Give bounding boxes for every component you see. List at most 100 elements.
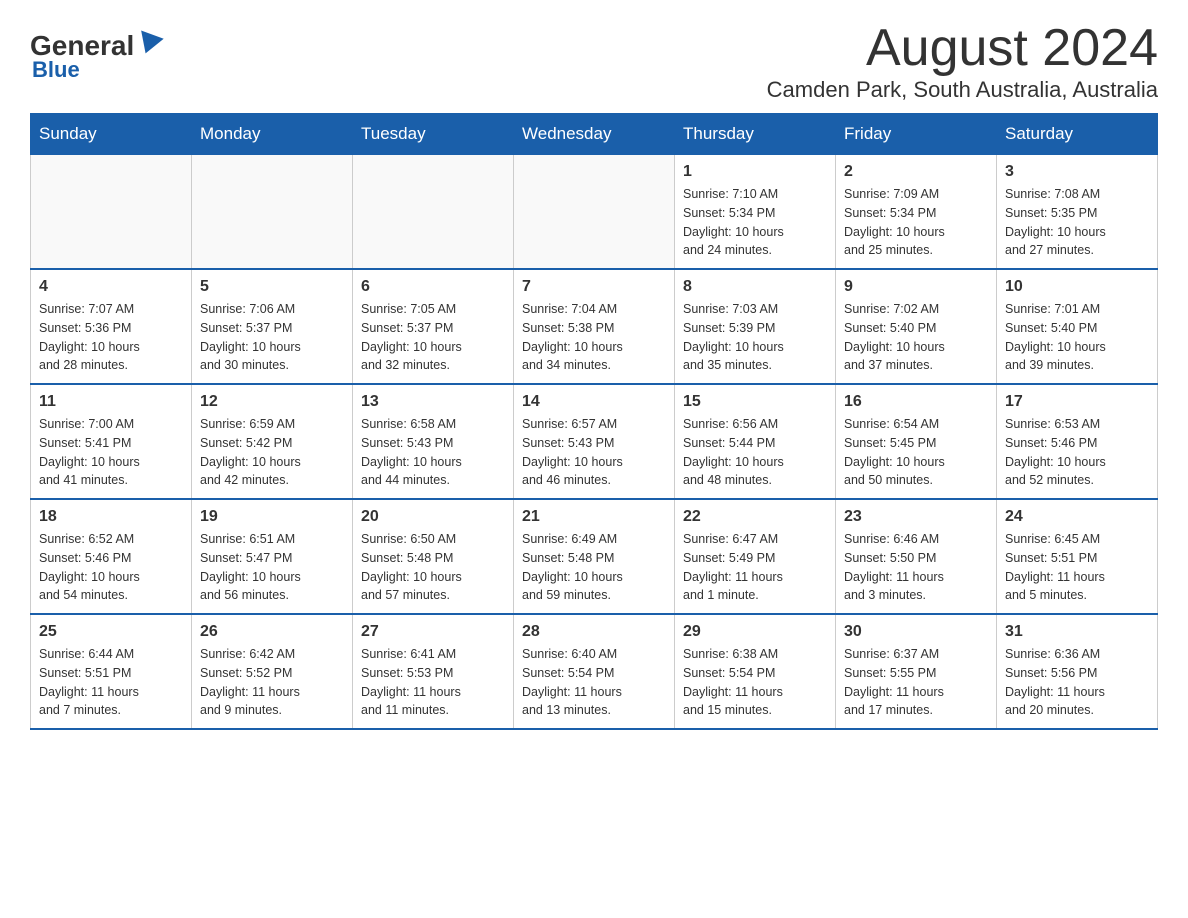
day-number: 23 <box>844 508 988 526</box>
month-title: August 2024 <box>767 20 1158 77</box>
day-number: 22 <box>683 508 827 526</box>
day-info: Sunrise: 7:07 AMSunset: 5:36 PMDaylight:… <box>39 300 183 375</box>
calendar-cell: 17 Sunrise: 6:53 AMSunset: 5:46 PMDayligh… <box>997 384 1158 499</box>
calendar-cell: 11 Sunrise: 7:00 AMSunset: 5:41 PMDayligh… <box>31 384 192 499</box>
calendar-cell: 21 Sunrise: 6:49 AMSunset: 5:48 PMDayligh… <box>514 499 675 614</box>
calendar-cell: 18 Sunrise: 6:52 AMSunset: 5:46 PMDayligh… <box>31 499 192 614</box>
calendar-cell: 22 Sunrise: 6:47 AMSunset: 5:49 PMDayligh… <box>675 499 836 614</box>
day-number: 10 <box>1005 278 1149 296</box>
day-number: 12 <box>200 393 344 411</box>
day-number: 3 <box>1005 163 1149 181</box>
day-number: 21 <box>522 508 666 526</box>
calendar-cell: 24 Sunrise: 6:45 AMSunset: 5:51 PMDayligh… <box>997 499 1158 614</box>
day-info: Sunrise: 6:56 AMSunset: 5:44 PMDaylight:… <box>683 415 827 490</box>
day-number: 18 <box>39 508 183 526</box>
title-area: August 2024 Camden Park, South Australia… <box>767 20 1158 103</box>
day-number: 20 <box>361 508 505 526</box>
day-number: 26 <box>200 623 344 641</box>
day-info: Sunrise: 6:37 AMSunset: 5:55 PMDaylight:… <box>844 645 988 720</box>
day-number: 17 <box>1005 393 1149 411</box>
calendar-cell: 8Sunrise: 7:03 AMSunset: 5:39 PMDaylight… <box>675 269 836 384</box>
day-info: Sunrise: 7:00 AMSunset: 5:41 PMDaylight:… <box>39 415 183 490</box>
logo-blue-text: Blue <box>32 57 80 83</box>
calendar-cell: 10 Sunrise: 7:01 AMSunset: 5:40 PMDayligh… <box>997 269 1158 384</box>
day-info: Sunrise: 7:01 AMSunset: 5:40 PMDaylight:… <box>1005 300 1149 375</box>
calendar-week-row: 4 Sunrise: 7:07 AMSunset: 5:36 PMDaylight… <box>31 269 1158 384</box>
day-info: Sunrise: 7:08 AMSunset: 5:35 PMDaylight:… <box>1005 185 1149 260</box>
day-info: Sunrise: 7:09 AMSunset: 5:34 PMDaylight:… <box>844 185 988 260</box>
day-number: 28 <box>522 623 666 641</box>
day-info: Sunrise: 6:42 AMSunset: 5:52 PMDaylight:… <box>200 645 344 720</box>
day-info: Sunrise: 6:58 AMSunset: 5:43 PMDaylight:… <box>361 415 505 490</box>
calendar-cell: 25 Sunrise: 6:44 AMSunset: 5:51 PMDayligh… <box>31 614 192 729</box>
calendar-cell: 26 Sunrise: 6:42 AMSunset: 5:52 PMDayligh… <box>192 614 353 729</box>
day-number: 7 <box>522 278 666 296</box>
calendar-week-row: 18 Sunrise: 6:52 AMSunset: 5:46 PMDayligh… <box>31 499 1158 614</box>
calendar-cell: 20 Sunrise: 6:50 AMSunset: 5:48 PMDayligh… <box>353 499 514 614</box>
day-number: 30 <box>844 623 988 641</box>
day-info: Sunrise: 6:36 AMSunset: 5:56 PMDaylight:… <box>1005 645 1149 720</box>
day-info: Sunrise: 6:41 AMSunset: 5:53 PMDaylight:… <box>361 645 505 720</box>
day-number: 2 <box>844 163 988 181</box>
calendar-week-row: 25 Sunrise: 6:44 AMSunset: 5:51 PMDayligh… <box>31 614 1158 729</box>
day-info: Sunrise: 6:45 AMSunset: 5:51 PMDaylight:… <box>1005 530 1149 605</box>
weekday-header-sunday: Sunday <box>31 114 192 155</box>
day-info: Sunrise: 7:02 AMSunset: 5:40 PMDaylight:… <box>844 300 988 375</box>
day-info: Sunrise: 6:38 AMSunset: 5:54 PMDaylight:… <box>683 645 827 720</box>
calendar-cell <box>353 155 514 270</box>
calendar-cell: 6 Sunrise: 7:05 AMSunset: 5:37 PMDaylight… <box>353 269 514 384</box>
calendar-cell: 29 Sunrise: 6:38 AMSunset: 5:54 PMDayligh… <box>675 614 836 729</box>
day-number: 6 <box>361 278 505 296</box>
day-number: 5 <box>200 278 344 296</box>
calendar-table: SundayMondayTuesdayWednesdayThursdayFrid… <box>30 113 1158 730</box>
calendar-cell: 16Sunrise: 6:54 AMSunset: 5:45 PMDayligh… <box>836 384 997 499</box>
day-info: Sunrise: 6:51 AMSunset: 5:47 PMDaylight:… <box>200 530 344 605</box>
calendar-cell: 15 Sunrise: 6:56 AMSunset: 5:44 PMDayligh… <box>675 384 836 499</box>
day-info: Sunrise: 6:53 AMSunset: 5:46 PMDaylight:… <box>1005 415 1149 490</box>
weekday-header-friday: Friday <box>836 114 997 155</box>
calendar-cell: 27Sunrise: 6:41 AMSunset: 5:53 PMDayligh… <box>353 614 514 729</box>
calendar-cell <box>514 155 675 270</box>
day-info: Sunrise: 6:49 AMSunset: 5:48 PMDaylight:… <box>522 530 666 605</box>
calendar-cell <box>192 155 353 270</box>
day-info: Sunrise: 7:04 AMSunset: 5:38 PMDaylight:… <box>522 300 666 375</box>
day-info: Sunrise: 6:46 AMSunset: 5:50 PMDaylight:… <box>844 530 988 605</box>
day-info: Sunrise: 6:44 AMSunset: 5:51 PMDaylight:… <box>39 645 183 720</box>
weekday-header-wednesday: Wednesday <box>514 114 675 155</box>
weekday-header-saturday: Saturday <box>997 114 1158 155</box>
day-number: 31 <box>1005 623 1149 641</box>
weekday-header-row: SundayMondayTuesdayWednesdayThursdayFrid… <box>31 114 1158 155</box>
day-info: Sunrise: 6:57 AMSunset: 5:43 PMDaylight:… <box>522 415 666 490</box>
day-info: Sunrise: 6:50 AMSunset: 5:48 PMDaylight:… <box>361 530 505 605</box>
day-number: 1 <box>683 163 827 181</box>
calendar-cell: 28 Sunrise: 6:40 AMSunset: 5:54 PMDayligh… <box>514 614 675 729</box>
day-number: 8 <box>683 278 827 296</box>
calendar-cell: 23 Sunrise: 6:46 AMSunset: 5:50 PMDayligh… <box>836 499 997 614</box>
day-info: Sunrise: 6:47 AMSunset: 5:49 PMDaylight:… <box>683 530 827 605</box>
day-number: 24 <box>1005 508 1149 526</box>
day-info: Sunrise: 6:40 AMSunset: 5:54 PMDaylight:… <box>522 645 666 720</box>
weekday-header-tuesday: Tuesday <box>353 114 514 155</box>
calendar-cell: 13 Sunrise: 6:58 AMSunset: 5:43 PMDayligh… <box>353 384 514 499</box>
calendar-cell: 7 Sunrise: 7:04 AMSunset: 5:38 PMDaylight… <box>514 269 675 384</box>
day-number: 9 <box>844 278 988 296</box>
day-number: 19 <box>200 508 344 526</box>
day-number: 4 <box>39 278 183 296</box>
day-info: Sunrise: 6:54 AMSunset: 5:45 PMDaylight:… <box>844 415 988 490</box>
day-info: Sunrise: 6:52 AMSunset: 5:46 PMDaylight:… <box>39 530 183 605</box>
day-number: 13 <box>361 393 505 411</box>
location-title: Camden Park, South Australia, Australia <box>767 77 1158 103</box>
calendar-cell: 9 Sunrise: 7:02 AMSunset: 5:40 PMDaylight… <box>836 269 997 384</box>
day-number: 25 <box>39 623 183 641</box>
day-number: 15 <box>683 393 827 411</box>
calendar-cell: 1Sunrise: 7:10 AMSunset: 5:34 PMDaylight… <box>675 155 836 270</box>
day-number: 14 <box>522 393 666 411</box>
day-info: Sunrise: 6:59 AMSunset: 5:42 PMDaylight:… <box>200 415 344 490</box>
day-info: Sunrise: 7:05 AMSunset: 5:37 PMDaylight:… <box>361 300 505 375</box>
day-number: 29 <box>683 623 827 641</box>
day-number: 11 <box>39 393 183 411</box>
calendar-cell: 14 Sunrise: 6:57 AMSunset: 5:43 PMDayligh… <box>514 384 675 499</box>
day-info: Sunrise: 7:06 AMSunset: 5:37 PMDaylight:… <box>200 300 344 375</box>
calendar-cell <box>31 155 192 270</box>
header: General Blue August 2024 Camden Park, So… <box>30 20 1158 103</box>
